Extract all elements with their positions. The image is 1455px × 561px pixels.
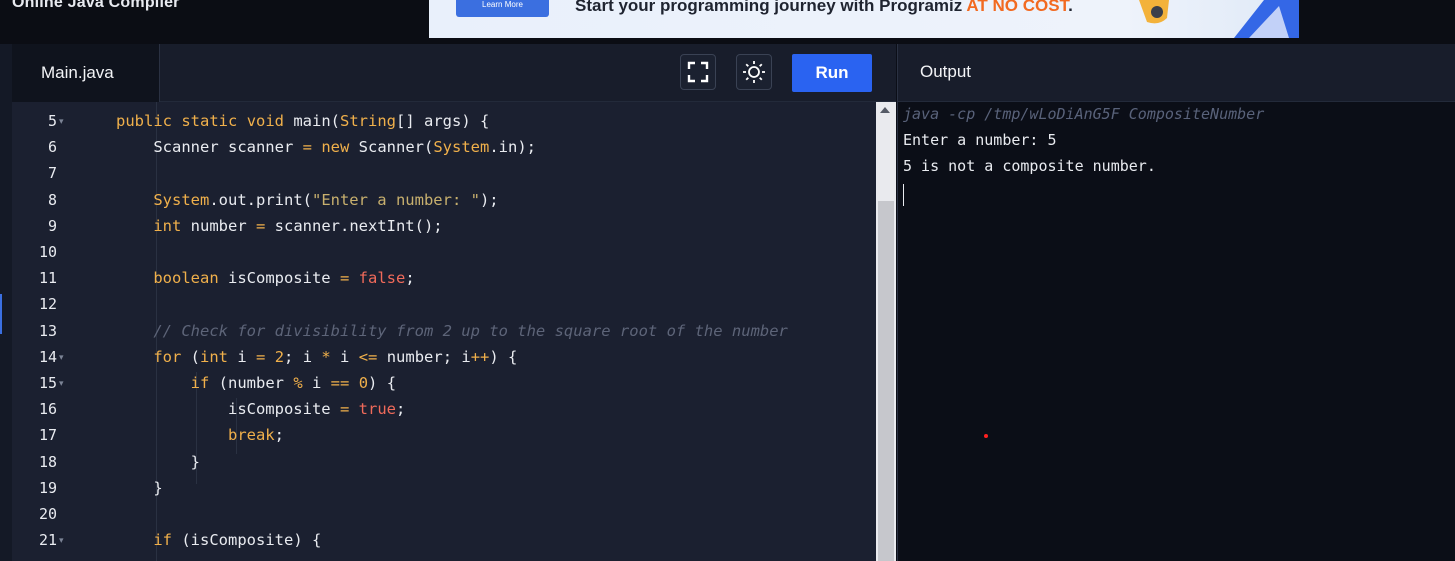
line-number: 9 — [47, 216, 57, 235]
code-text: int number = scanner.nextInt(); — [153, 216, 443, 235]
code-text: isComposite = true; — [116, 400, 406, 419]
code-line[interactable]: 12 — [12, 291, 876, 317]
code-line[interactable]: 10 — [12, 239, 876, 265]
code-line[interactable]: 9 int number = scanner.nextInt(); — [12, 213, 876, 239]
line-number: 15 — [38, 374, 57, 392]
code-line[interactable]: 17 break; — [12, 422, 876, 448]
code-text: break; — [227, 426, 284, 445]
output-title: Output — [920, 62, 972, 81]
output-command: java -cp /tmp/wLoDiAnG5F CompositeNumber — [903, 105, 1265, 123]
banner-text-highlight: AT NO COST — [966, 0, 1069, 15]
code-line[interactable]: 15 ▾ if (number % i == 0) { — [12, 370, 876, 396]
active-indicator — [0, 294, 2, 334]
code-line[interactable]: 21 ▾ if (isComposite) { — [12, 527, 876, 553]
fullscreen-icon — [687, 61, 709, 83]
run-button[interactable]: Run — [792, 54, 872, 92]
banner-illustration — [1139, 0, 1299, 38]
output-header: Output — [897, 44, 1455, 102]
mouse-pointer-dot — [984, 434, 988, 438]
tab-label: Main.java — [41, 63, 114, 82]
app-title: Online Java Compiler — [12, 0, 180, 11]
fullscreen-button[interactable] — [680, 54, 716, 90]
banner-text-main: Start your programming journey with Prog… — [575, 0, 967, 15]
code-line[interactable]: 13 // Check for divisibility from 2 up t… — [12, 318, 876, 344]
code-text: System.out.print("Enter a number: "); — [153, 190, 499, 209]
fold-arrow-icon[interactable]: ▾ — [59, 108, 64, 134]
line-number: 16 — [38, 400, 57, 419]
code-line[interactable]: 5 ▾ public static void main(String[] args)… — [12, 108, 876, 134]
code-editor[interactable]: 5 ▾ public static void main(String[] args)… — [12, 102, 876, 561]
output-line: 5 is not a composite number. — [903, 157, 1156, 175]
tab-main-java[interactable]: Main.java — [12, 44, 160, 102]
top-header: Online Java Compiler Learn More Start yo… — [0, 0, 1455, 44]
theme-toggle-button[interactable] — [736, 54, 772, 90]
line-number: 10 — [38, 243, 57, 261]
code-text: if (number % i == 0) { — [190, 374, 397, 392]
line-number: 14 — [38, 347, 57, 366]
code-text: for (int i = 2; i * i <= number; i++) { — [153, 347, 518, 366]
fold-arrow-icon[interactable]: ▾ — [59, 344, 64, 370]
line-number: 5 — [47, 112, 57, 130]
line-number: 11 — [38, 269, 57, 288]
code-line[interactable]: 14 ▾ for (int i = 2; i * i <= number; i++… — [12, 344, 876, 370]
line-number: 12 — [38, 295, 57, 314]
learn-more-button[interactable]: Learn More — [456, 0, 549, 17]
editor-toolbar: Main.java Run — [12, 44, 896, 102]
code-text: boolean isComposite = false; — [153, 269, 415, 288]
code-text: if (isComposite) { — [153, 531, 322, 550]
line-number: 8 — [47, 190, 57, 209]
line-number: 13 — [38, 321, 57, 340]
code-line[interactable]: 11 boolean isComposite = false; — [12, 265, 876, 291]
line-number: 6 — [47, 138, 57, 157]
line-number: 20 — [38, 505, 57, 523]
code-text: Scanner scanner = new Scanner(System.in)… — [116, 138, 536, 157]
code-line[interactable]: 8 System.out.print("Enter a number: "); — [12, 187, 876, 213]
code-line[interactable]: 20 — [12, 501, 876, 527]
code-text: public static void main(String[] args) { — [116, 112, 490, 130]
output-console[interactable]: java -cp /tmp/wLoDiAnG5F CompositeNumber… — [897, 102, 1455, 561]
banner-text-end: . — [1068, 0, 1073, 15]
code-text: } — [116, 478, 163, 497]
code-text: // Check for divisibility from 2 up to t… — [153, 321, 788, 340]
scrollbar-thumb[interactable] — [878, 201, 894, 561]
line-number: 19 — [38, 478, 57, 497]
line-number: 17 — [38, 426, 57, 445]
scroll-up-arrow-icon[interactable] — [880, 107, 890, 113]
code-text: } — [116, 452, 200, 471]
fold-arrow-icon[interactable]: ▾ — [59, 370, 64, 396]
line-number: 7 — [47, 164, 57, 183]
code-line[interactable]: 18 } — [12, 449, 876, 475]
code-line[interactable]: 6 Scanner scanner = new Scanner(System.i… — [12, 134, 876, 160]
code-line[interactable]: 16 isComposite = true; — [12, 396, 876, 422]
promo-banner[interactable]: Learn More Start your programming journe… — [429, 0, 1299, 38]
line-number: 21 — [38, 531, 57, 550]
banner-text: Start your programming journey with Prog… — [575, 0, 1073, 16]
code-line[interactable]: 19 } — [12, 475, 876, 501]
code-line[interactable]: 7 — [12, 160, 876, 186]
output-line: Enter a number: 5 — [903, 131, 1057, 149]
line-number: 18 — [38, 452, 57, 471]
text-cursor — [903, 184, 904, 206]
fold-arrow-icon[interactable]: ▾ — [59, 527, 64, 553]
sun-icon — [743, 61, 765, 83]
